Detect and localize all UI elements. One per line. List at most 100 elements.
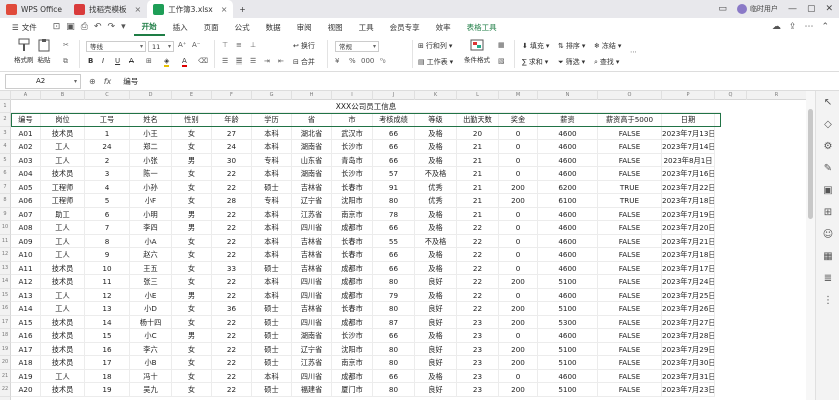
- row-header[interactable]: 16: [0, 302, 11, 316]
- dropdown-icon[interactable]: ▾: [121, 22, 126, 32]
- table-cell[interactable]: 女: [172, 140, 212, 154]
- table-cell[interactable]: 本科: [252, 275, 292, 289]
- file-menu[interactable]: ☰ 文件: [4, 18, 45, 36]
- table-cell[interactable]: 湖南省: [292, 329, 332, 343]
- table-cell[interactable]: A08: [11, 221, 41, 235]
- row-header[interactable]: 2: [0, 113, 11, 127]
- table-cell[interactable]: 女: [172, 180, 212, 194]
- table-cell[interactable]: 本科: [252, 369, 292, 383]
- table-cell[interactable]: 2023年7月20日: [662, 221, 715, 235]
- table-cell[interactable]: 4600: [538, 140, 598, 154]
- table-cell[interactable]: 30: [212, 153, 252, 167]
- table-cell[interactable]: 22: [212, 369, 252, 383]
- table-cell[interactable]: 1: [85, 126, 130, 140]
- table-cell[interactable]: 硕士: [252, 342, 292, 356]
- maximize-icon[interactable]: ▢: [807, 4, 816, 14]
- table-cell[interactable]: 21: [457, 140, 499, 154]
- table-cell[interactable]: 13: [85, 302, 130, 316]
- merge-button[interactable]: ⊟ 合并: [293, 57, 315, 67]
- more-icon[interactable]: ⋯: [804, 22, 813, 32]
- decimal-icon[interactable]: ⁰₀: [380, 57, 386, 65]
- table-cell[interactable]: 技术员: [41, 261, 85, 275]
- table-cell[interactable]: 12: [85, 288, 130, 302]
- table-cell[interactable]: 23: [457, 315, 499, 329]
- table-cell[interactable]: 技术员: [41, 275, 85, 289]
- header-cell[interactable]: 性别: [172, 113, 212, 127]
- fill-color-icon[interactable]: ◈: [164, 57, 170, 67]
- align-bottom-icon[interactable]: ⊥: [250, 41, 256, 49]
- find-button[interactable]: ⌕ 查找 ▾: [594, 57, 619, 67]
- table-cell[interactable]: 长沙市: [332, 140, 373, 154]
- table-cell[interactable]: 200: [499, 194, 538, 208]
- table-cell[interactable]: 工人: [41, 248, 85, 262]
- ribbon-tab-8[interactable]: 会员专享: [382, 18, 428, 36]
- table-cell[interactable]: 赵六: [130, 248, 172, 262]
- table-cell[interactable]: 4600: [538, 167, 598, 181]
- row-col-button[interactable]: ⊞ 行和列 ▾: [418, 41, 452, 51]
- header-cell[interactable]: 等级: [415, 113, 457, 127]
- worksheet-button[interactable]: ▤ 工作表 ▾: [418, 57, 453, 67]
- font-grow-icon[interactable]: A⁺: [178, 41, 186, 49]
- table-cell[interactable]: 22: [457, 275, 499, 289]
- table-cell[interactable]: 22: [212, 207, 252, 221]
- user-button[interactable]: 临时用户: [736, 4, 778, 14]
- table-cell[interactable]: A02: [11, 140, 41, 154]
- strikethrough-button[interactable]: A: [129, 57, 134, 65]
- table-cell[interactable]: A15: [11, 315, 41, 329]
- table-cell[interactable]: A01: [11, 126, 41, 140]
- table-cell[interactable]: 女: [172, 167, 212, 181]
- window-tab-1[interactable]: 找稻壳模板 ×: [68, 0, 147, 18]
- table-cell[interactable]: 李六: [130, 342, 172, 356]
- table-cell[interactable]: 15: [85, 329, 130, 343]
- table-cell[interactable]: 工人: [41, 369, 85, 383]
- table-cell[interactable]: 成都市: [332, 275, 373, 289]
- table-cell[interactable]: 江苏省: [292, 356, 332, 370]
- table-cell[interactable]: 江苏省: [292, 207, 332, 221]
- table-cell[interactable]: A18: [11, 356, 41, 370]
- ribbon-tab-4[interactable]: 数据: [258, 18, 289, 36]
- table-cell[interactable]: 23: [457, 383, 499, 397]
- table-cell[interactable]: FALSE: [598, 140, 662, 154]
- table-cell[interactable]: FALSE: [598, 275, 662, 289]
- cond-format-button[interactable]: 条件格式: [464, 38, 490, 64]
- table-cell[interactable]: 0: [499, 261, 538, 275]
- table-cell[interactable]: 200: [499, 342, 538, 356]
- table-cell[interactable]: 成都市: [332, 261, 373, 275]
- table-cell[interactable]: 工人: [41, 221, 85, 235]
- table-cell[interactable]: A14: [11, 302, 41, 316]
- table-cell[interactable]: 女: [172, 302, 212, 316]
- table-cell[interactable]: 技术员: [41, 383, 85, 397]
- row-header[interactable]: 9: [0, 207, 11, 221]
- close-tab-icon[interactable]: ×: [221, 5, 228, 14]
- row-header[interactable]: 19: [0, 342, 11, 356]
- table-cell[interactable]: 6: [85, 207, 130, 221]
- table-cell[interactable]: 80: [373, 342, 415, 356]
- table-cell[interactable]: 山东省: [292, 153, 332, 167]
- table-cell[interactable]: 郑二: [130, 140, 172, 154]
- menu-icon[interactable]: ⋮: [816, 289, 839, 311]
- collapse-icon[interactable]: ⌃: [821, 22, 829, 32]
- table-cell[interactable]: 硕士: [252, 356, 292, 370]
- table-cell[interactable]: 张三: [130, 275, 172, 289]
- layout-icon[interactable]: ▭: [718, 4, 727, 14]
- table-cell[interactable]: 小张: [130, 153, 172, 167]
- table-cell[interactable]: 0: [499, 126, 538, 140]
- table-cell[interactable]: 辽宁省: [292, 342, 332, 356]
- row-header[interactable]: 17: [0, 315, 11, 329]
- table-cell[interactable]: 5100: [538, 342, 598, 356]
- table-cell[interactable]: 21: [457, 194, 499, 208]
- freeze-button[interactable]: ❄ 冻结 ▾: [594, 41, 621, 51]
- table-cell[interactable]: 5100: [538, 356, 598, 370]
- table-cell[interactable]: 7: [85, 221, 130, 235]
- table-cell[interactable]: 硕士: [252, 261, 292, 275]
- table-cell[interactable]: A07: [11, 207, 41, 221]
- table-cell[interactable]: 女: [172, 356, 212, 370]
- table-cell[interactable]: 小F: [130, 194, 172, 208]
- column-header[interactable]: R: [747, 91, 806, 100]
- table-cell[interactable]: 22: [212, 356, 252, 370]
- ribbon-tab-1[interactable]: 插入: [165, 18, 196, 36]
- table-cell[interactable]: 5300: [538, 315, 598, 329]
- table-cell[interactable]: 助工: [41, 207, 85, 221]
- tune-icon[interactable]: ⚙: [816, 135, 839, 157]
- table-cell[interactable]: FALSE: [598, 342, 662, 356]
